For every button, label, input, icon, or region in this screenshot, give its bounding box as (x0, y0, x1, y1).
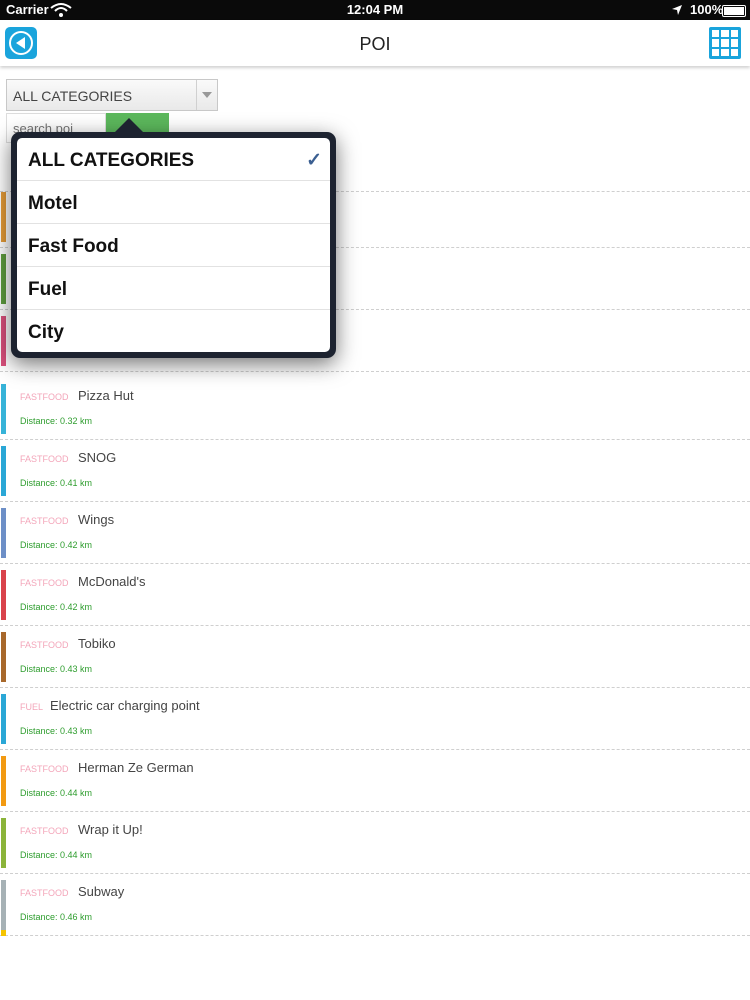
grid-icon (712, 30, 720, 38)
list-item[interactable]: FASTFOOD Wings Distance: 0.42 km (0, 502, 750, 564)
poi-category: FASTFOOD (20, 454, 69, 464)
location-arrow-icon (672, 5, 682, 15)
category-color-bar (1, 756, 6, 806)
battery-icon (722, 5, 746, 17)
chevron-down-icon (196, 80, 217, 110)
category-color-bar (1, 570, 6, 620)
list-item[interactable]: FASTFOOD Subway Distance: 0.46 km (0, 874, 750, 936)
poi-name: Wrap it Up! (78, 822, 143, 837)
dropdown-option[interactable]: Motel (17, 181, 330, 224)
checkmark-icon: ✓ (306, 150, 322, 171)
poi-distance: Distance: 0.42 km (20, 540, 93, 550)
poi-category: FASTFOOD (20, 888, 69, 898)
list-item[interactable]: FASTFOOD Herman Ze German Distance: 0.44 k… (0, 750, 750, 812)
poi-distance: Distance: 0.43 km (20, 726, 93, 736)
poi-name: Wings (78, 512, 115, 527)
category-color-bar (1, 930, 6, 936)
poi-name: Tobiko (78, 636, 116, 651)
category-color-bar (1, 384, 6, 434)
dropdown-option-label: ALL CATEGORIES (28, 150, 195, 171)
dropdown-option[interactable]: City (17, 310, 330, 352)
poi-name: Subway (78, 884, 125, 899)
category-color-bar (1, 818, 6, 868)
list-item[interactable]: FASTFOOD McDonald's Distance: 0.42 km (0, 564, 750, 626)
grid-menu-button[interactable] (709, 27, 741, 59)
popover-arrow (115, 118, 143, 132)
poi-distance: Distance: 0.44 km (20, 788, 93, 798)
category-color-bar (1, 508, 6, 558)
poi-category: FASTFOOD (20, 392, 69, 402)
dropdown-option[interactable]: Fuel (17, 267, 330, 310)
dropdown-option-label: City (28, 322, 64, 343)
list-item[interactable]: FASTFOOD SNOG Distance: 0.41 km (0, 440, 750, 502)
poi-name: Electric car charging point (50, 698, 200, 713)
category-color-bar (1, 316, 6, 366)
category-select[interactable]: ALL CATEGORIES (6, 79, 218, 111)
category-color-bar (1, 446, 6, 496)
category-color-bar (1, 880, 6, 930)
category-select-value: ALL CATEGORIES (13, 88, 133, 104)
list-item[interactable]: FASTFOOD Wrap it Up! Distance: 0.44 km (0, 812, 750, 874)
poi-name: SNOG (78, 450, 117, 465)
poi-distance: Distance: 0.41 km (20, 478, 93, 488)
poi-name: Pizza Hut (78, 388, 134, 403)
poi-category: FASTFOOD (20, 764, 69, 774)
dropdown-option[interactable]: ALL CATEGORIES ✓ (17, 138, 330, 181)
dropdown-option-label: Fuel (28, 279, 68, 300)
list-item[interactable]: FASTFOOD Pizza Hut Distance: 0.32 km (0, 378, 750, 440)
poi-category: FASTFOOD (20, 578, 69, 588)
status-bar: Carrier 12:04 PM 100% (0, 0, 750, 20)
category-color-bar (1, 192, 6, 242)
poi-distance: Distance: 0.42 km (20, 602, 93, 612)
poi-name: McDonald's (78, 574, 146, 589)
dropdown-option-label: Motel (28, 193, 78, 214)
page-title: POI (359, 34, 391, 54)
list-item[interactable]: FASTFOOD Tobiko Distance: 0.43 km (0, 626, 750, 688)
poi-distance: Distance: 0.44 km (20, 850, 93, 860)
list-item[interactable]: FUEL Electric car charging point Distance:… (0, 688, 750, 750)
poi-category: FASTFOOD (20, 516, 69, 526)
poi-category: FUEL (20, 702, 44, 712)
category-options: ALL CATEGORIES ✓ Motel Fast Food Fuel City (17, 138, 330, 352)
battery-percent: 100% (690, 2, 724, 17)
category-color-bar (1, 254, 6, 304)
clock: 12:04 PM (346, 2, 404, 17)
category-color-bar (1, 694, 6, 744)
poi-category: FASTFOOD (20, 640, 69, 650)
nav-bar: POI (0, 20, 750, 66)
category-dropdown-popover: ALL CATEGORIES ✓ Motel Fast Food Fuel City (11, 118, 336, 358)
poi-distance: Distance: 0.43 km (20, 664, 93, 674)
category-color-bar (1, 632, 6, 682)
poi-distance: Distance: 0.46 km (20, 912, 93, 922)
dropdown-option-label: Fast Food (28, 236, 119, 257)
poi-distance: Distance: 0.32 km (20, 416, 93, 426)
poi-category: FASTFOOD (20, 826, 69, 836)
poi-name: Herman Ze German (78, 760, 194, 775)
dropdown-option[interactable]: Fast Food (17, 224, 330, 267)
